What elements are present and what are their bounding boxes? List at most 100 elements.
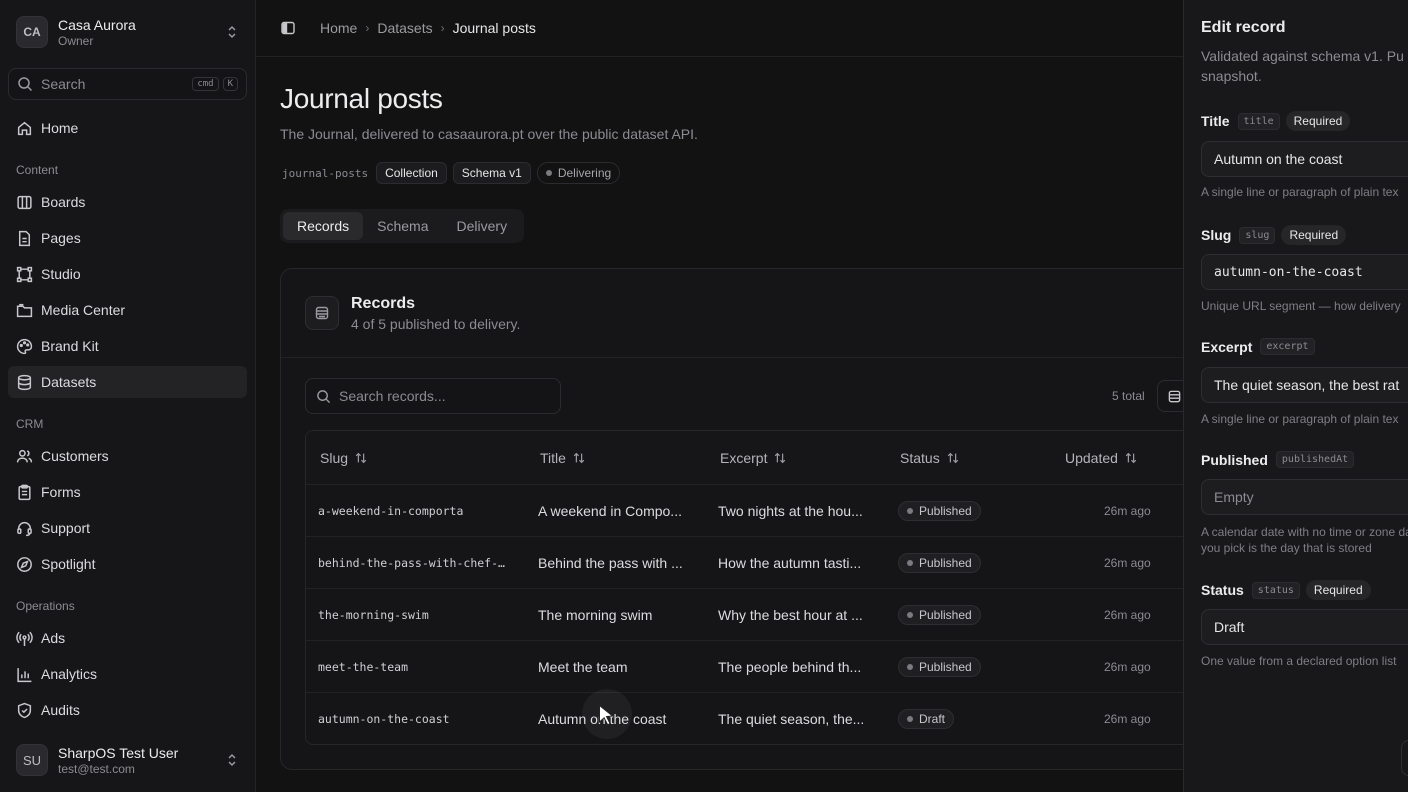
- records-title: Records: [351, 294, 416, 312]
- sidebar-item-media-center[interactable]: Media Center: [8, 294, 247, 326]
- sort-icon: [947, 452, 958, 463]
- sidebar-item-customers[interactable]: Customers: [8, 440, 247, 472]
- field-key-badge: excerpt: [1260, 338, 1315, 355]
- column-header-status[interactable]: Status: [900, 450, 960, 466]
- sidebar-item-label: Forms: [41, 484, 81, 500]
- field-help-published: A calendar date with no time or zone day…: [1201, 525, 1408, 555]
- breadcrumb-home[interactable]: Home: [320, 20, 357, 36]
- sidebar-item-audits[interactable]: Audits: [8, 694, 247, 726]
- table-row[interactable]: meet-the-team Meet the team The people b…: [306, 641, 1224, 693]
- sidebar-item-spotlight[interactable]: Spotlight: [8, 548, 247, 580]
- tab-schema[interactable]: Schema: [363, 212, 442, 240]
- sidebar-item-label: Spotlight: [41, 556, 96, 572]
- records-total: 5 total: [1112, 389, 1145, 403]
- sidebar-item-label: Customers: [41, 448, 109, 464]
- cell-slug: meet-the-team: [318, 660, 409, 674]
- table-row[interactable]: the-morning-swim The morning swim Why th…: [306, 589, 1224, 641]
- panel-title: Edit record: [1201, 19, 1286, 36]
- panel-action-button[interactable]: [1401, 740, 1408, 776]
- status-badge: Published: [898, 605, 981, 625]
- cell-slug: a-weekend-in-comporta: [318, 504, 464, 518]
- table-row[interactable]: a-weekend-in-comporta A weekend in Compo…: [306, 485, 1224, 537]
- cell-title: Behind the pass with ...: [538, 555, 683, 571]
- workspace-name: Casa Aurora: [58, 16, 136, 33]
- sidebar-item-label: Pages: [41, 230, 81, 246]
- sidebar-item-forms[interactable]: Forms: [8, 476, 247, 508]
- excerpt-input[interactable]: The quiet season, the best rat: [1201, 367, 1408, 403]
- workspace-role: Owner: [58, 33, 94, 48]
- mouse-cursor-icon: [599, 704, 614, 726]
- chevrons-up-down-icon: [228, 25, 236, 39]
- shortcut-key-cmd: cmd: [192, 77, 219, 91]
- sidebar-item-support[interactable]: Support: [8, 512, 247, 544]
- cell-excerpt: The quiet season, the...: [718, 711, 865, 727]
- status-badge: Published: [898, 553, 981, 573]
- field-label-published: Published publishedAt: [1201, 451, 1355, 468]
- sidebar-item-label: Support: [41, 520, 91, 536]
- column-header-title[interactable]: Title: [540, 450, 586, 466]
- nav-section-content: Content: [16, 163, 59, 177]
- status-label: Published: [919, 504, 972, 518]
- field-label-text: Slug: [1201, 227, 1232, 243]
- field-help-title: A single line or paragraph of plain tex: [1201, 185, 1399, 199]
- sidebar-item-pages[interactable]: Pages: [8, 222, 247, 254]
- sidebar-item-label: Analytics: [41, 666, 98, 682]
- cell-status: Published: [898, 641, 981, 693]
- clipboard-icon: [18, 484, 31, 500]
- sidebar-search[interactable]: Search cmd K: [8, 68, 247, 100]
- delivery-status-label: Delivering: [557, 166, 612, 180]
- tab-delivery[interactable]: Delivery: [443, 212, 522, 240]
- status-dot-icon: [907, 612, 913, 618]
- status-label: Published: [919, 660, 972, 674]
- table-row[interactable]: behind-the-pass-with-chef-… Behind the p…: [306, 537, 1224, 589]
- field-label-status: Status status Required: [1201, 580, 1371, 600]
- column-header-excerpt[interactable]: Excerpt: [720, 450, 787, 466]
- cell-status: Published: [898, 589, 981, 641]
- sidebar-item-ads[interactable]: Ads: [8, 622, 247, 654]
- slug-input[interactable]: autumn-on-the-coast: [1201, 254, 1408, 290]
- column-header-updated[interactable]: Updated: [1065, 450, 1138, 466]
- file-icon: [18, 230, 31, 246]
- user-avatar: SU: [16, 744, 48, 776]
- user-menu[interactable]: SU SharpOS Test User test@test.com: [8, 736, 248, 784]
- records-search-input[interactable]: Search records...: [305, 378, 561, 414]
- field-label-slug: Slug slug Required: [1201, 225, 1347, 245]
- column-header-slug[interactable]: Slug: [320, 450, 368, 466]
- database-icon: [17, 374, 32, 390]
- sidebar-item-label: Brand Kit: [41, 338, 99, 354]
- sidebar-item-datasets[interactable]: Datasets: [8, 366, 247, 398]
- table-row[interactable]: autumn-on-the-coast Autumn on the coast …: [306, 693, 1224, 744]
- title-input[interactable]: Autumn on the coast: [1201, 141, 1408, 177]
- tab-records[interactable]: Records: [283, 212, 364, 240]
- field-label-text: Excerpt: [1201, 338, 1253, 355]
- records-subtitle: 4 of 5 published to delivery.: [351, 315, 521, 332]
- sort-icon: [1125, 452, 1137, 463]
- breadcrumb-datasets[interactable]: Datasets: [377, 20, 432, 36]
- status-badge: Published: [898, 501, 981, 521]
- sidebar-item-analytics[interactable]: Analytics: [8, 658, 247, 690]
- sidebar-item-brand-kit[interactable]: Brand Kit: [8, 330, 247, 362]
- sidebar-item-boards[interactable]: Boards: [8, 186, 247, 218]
- sidebar-item-studio[interactable]: Studio: [8, 258, 247, 290]
- cell-title: The morning swim: [538, 607, 653, 623]
- table-header: Slug Title Excerpt Status Updated: [306, 431, 1224, 485]
- field-help-excerpt: A single line or paragraph of plain tex: [1201, 412, 1399, 426]
- cell-excerpt: The people behind th...: [718, 659, 862, 675]
- cell-excerpt: Two nights at the hou...: [718, 503, 863, 519]
- cell-updated: 26m ago: [1104, 608, 1151, 622]
- chevron-right-icon: ›: [440, 21, 445, 35]
- status-select[interactable]: Draft: [1201, 609, 1408, 645]
- sidebar-item-home[interactable]: Home: [8, 112, 247, 144]
- headset-icon: [17, 521, 32, 536]
- workspace-switcher[interactable]: CA Casa Aurora Owner: [8, 8, 248, 56]
- sidebar-toggle-icon[interactable]: [280, 20, 296, 36]
- page-subtitle: The Journal, delivered to casaaurora.pt …: [280, 126, 698, 142]
- dataset-slug-badge: journal-posts: [282, 166, 369, 180]
- published-date-input[interactable]: Empty: [1201, 479, 1408, 515]
- page-title: Journal posts: [280, 83, 443, 114]
- status-label: Published: [919, 608, 972, 622]
- compass-icon: [17, 556, 32, 572]
- dataset-badges: journal-posts Collection Schema v1 Deliv…: [280, 162, 621, 184]
- records-table: Slug Title Excerpt Status Updated a-week…: [305, 430, 1225, 745]
- sidebar-item-label: Studio: [41, 266, 81, 282]
